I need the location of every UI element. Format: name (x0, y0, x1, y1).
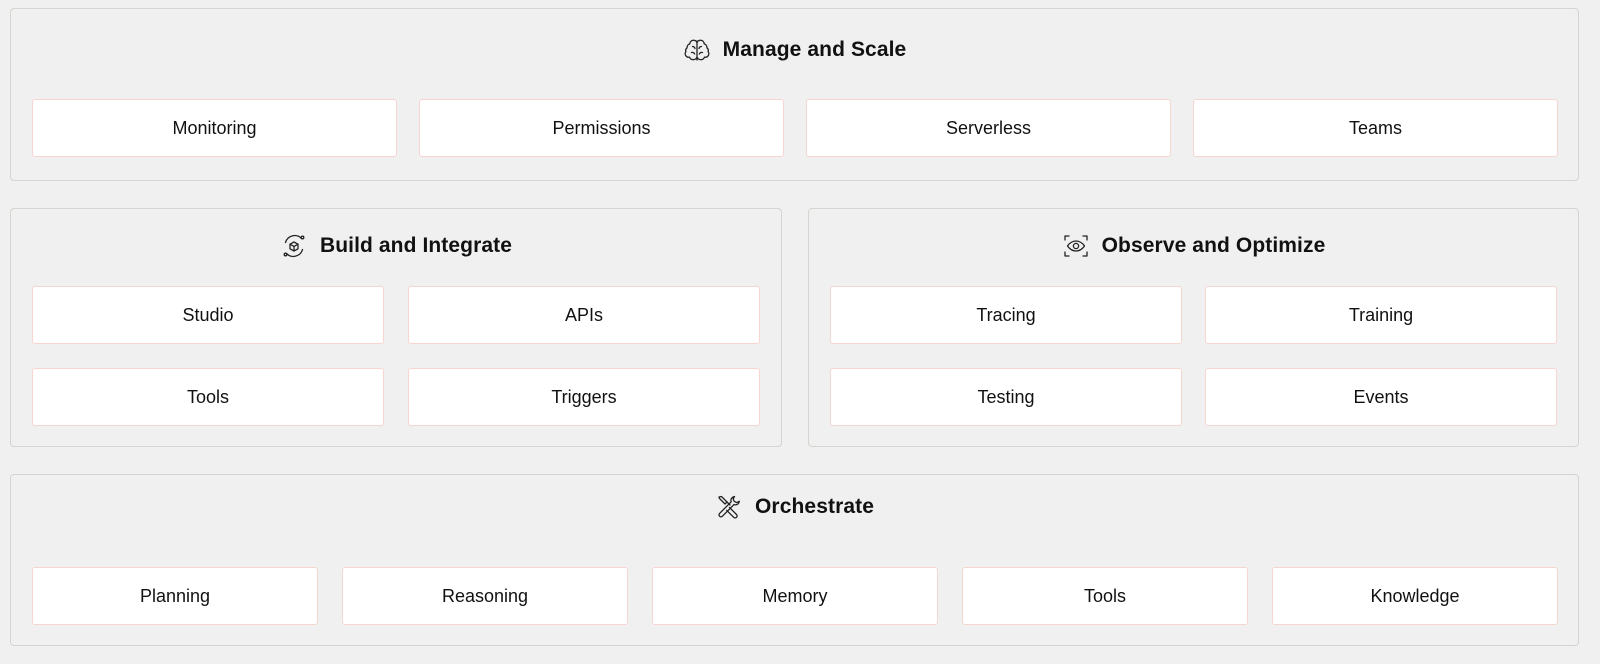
orchestrate-panel: Orchestrate Planning Reasoning Memory To… (10, 474, 1579, 646)
brain-icon (683, 36, 711, 64)
card-knowledge[interactable]: Knowledge (1272, 567, 1558, 625)
cube-cycle-icon (280, 232, 308, 260)
card-training[interactable]: Training (1205, 286, 1557, 344)
observe-and-optimize-panel: Observe and Optimize Tracing Training Te… (808, 208, 1579, 447)
card-teams[interactable]: Teams (1193, 99, 1558, 157)
card-permissions[interactable]: Permissions (419, 99, 784, 157)
card-triggers[interactable]: Triggers (408, 368, 760, 426)
card-monitoring[interactable]: Monitoring (32, 99, 397, 157)
observe-and-optimize-header: Observe and Optimize (809, 231, 1578, 261)
orchestrate-header: Orchestrate (11, 492, 1578, 522)
card-serverless[interactable]: Serverless (806, 99, 1171, 157)
manage-and-scale-header: Manage and Scale (11, 35, 1578, 65)
card-reasoning[interactable]: Reasoning (342, 567, 628, 625)
build-and-integrate-panel: Build and Integrate Studio APIs Tools Tr… (10, 208, 782, 447)
manage-and-scale-panel: Manage and Scale Monitoring Permissions … (10, 8, 1579, 181)
wrench-screwdriver-icon (715, 493, 743, 521)
card-tools[interactable]: Tools (32, 368, 384, 426)
panel-title: Manage and Scale (722, 38, 907, 61)
card-events[interactable]: Events (1205, 368, 1557, 426)
card-apis[interactable]: APIs (408, 286, 760, 344)
eye-scan-icon (1062, 232, 1090, 260)
build-and-integrate-header: Build and Integrate (11, 231, 781, 261)
card-tools[interactable]: Tools (962, 567, 1248, 625)
card-studio[interactable]: Studio (32, 286, 384, 344)
card-planning[interactable]: Planning (32, 567, 318, 625)
card-testing[interactable]: Testing (830, 368, 1182, 426)
panel-title: Orchestrate (755, 495, 874, 518)
card-tracing[interactable]: Tracing (830, 286, 1182, 344)
card-memory[interactable]: Memory (652, 567, 938, 625)
panel-title: Build and Integrate (319, 234, 513, 257)
panel-title: Observe and Optimize (1101, 234, 1326, 257)
